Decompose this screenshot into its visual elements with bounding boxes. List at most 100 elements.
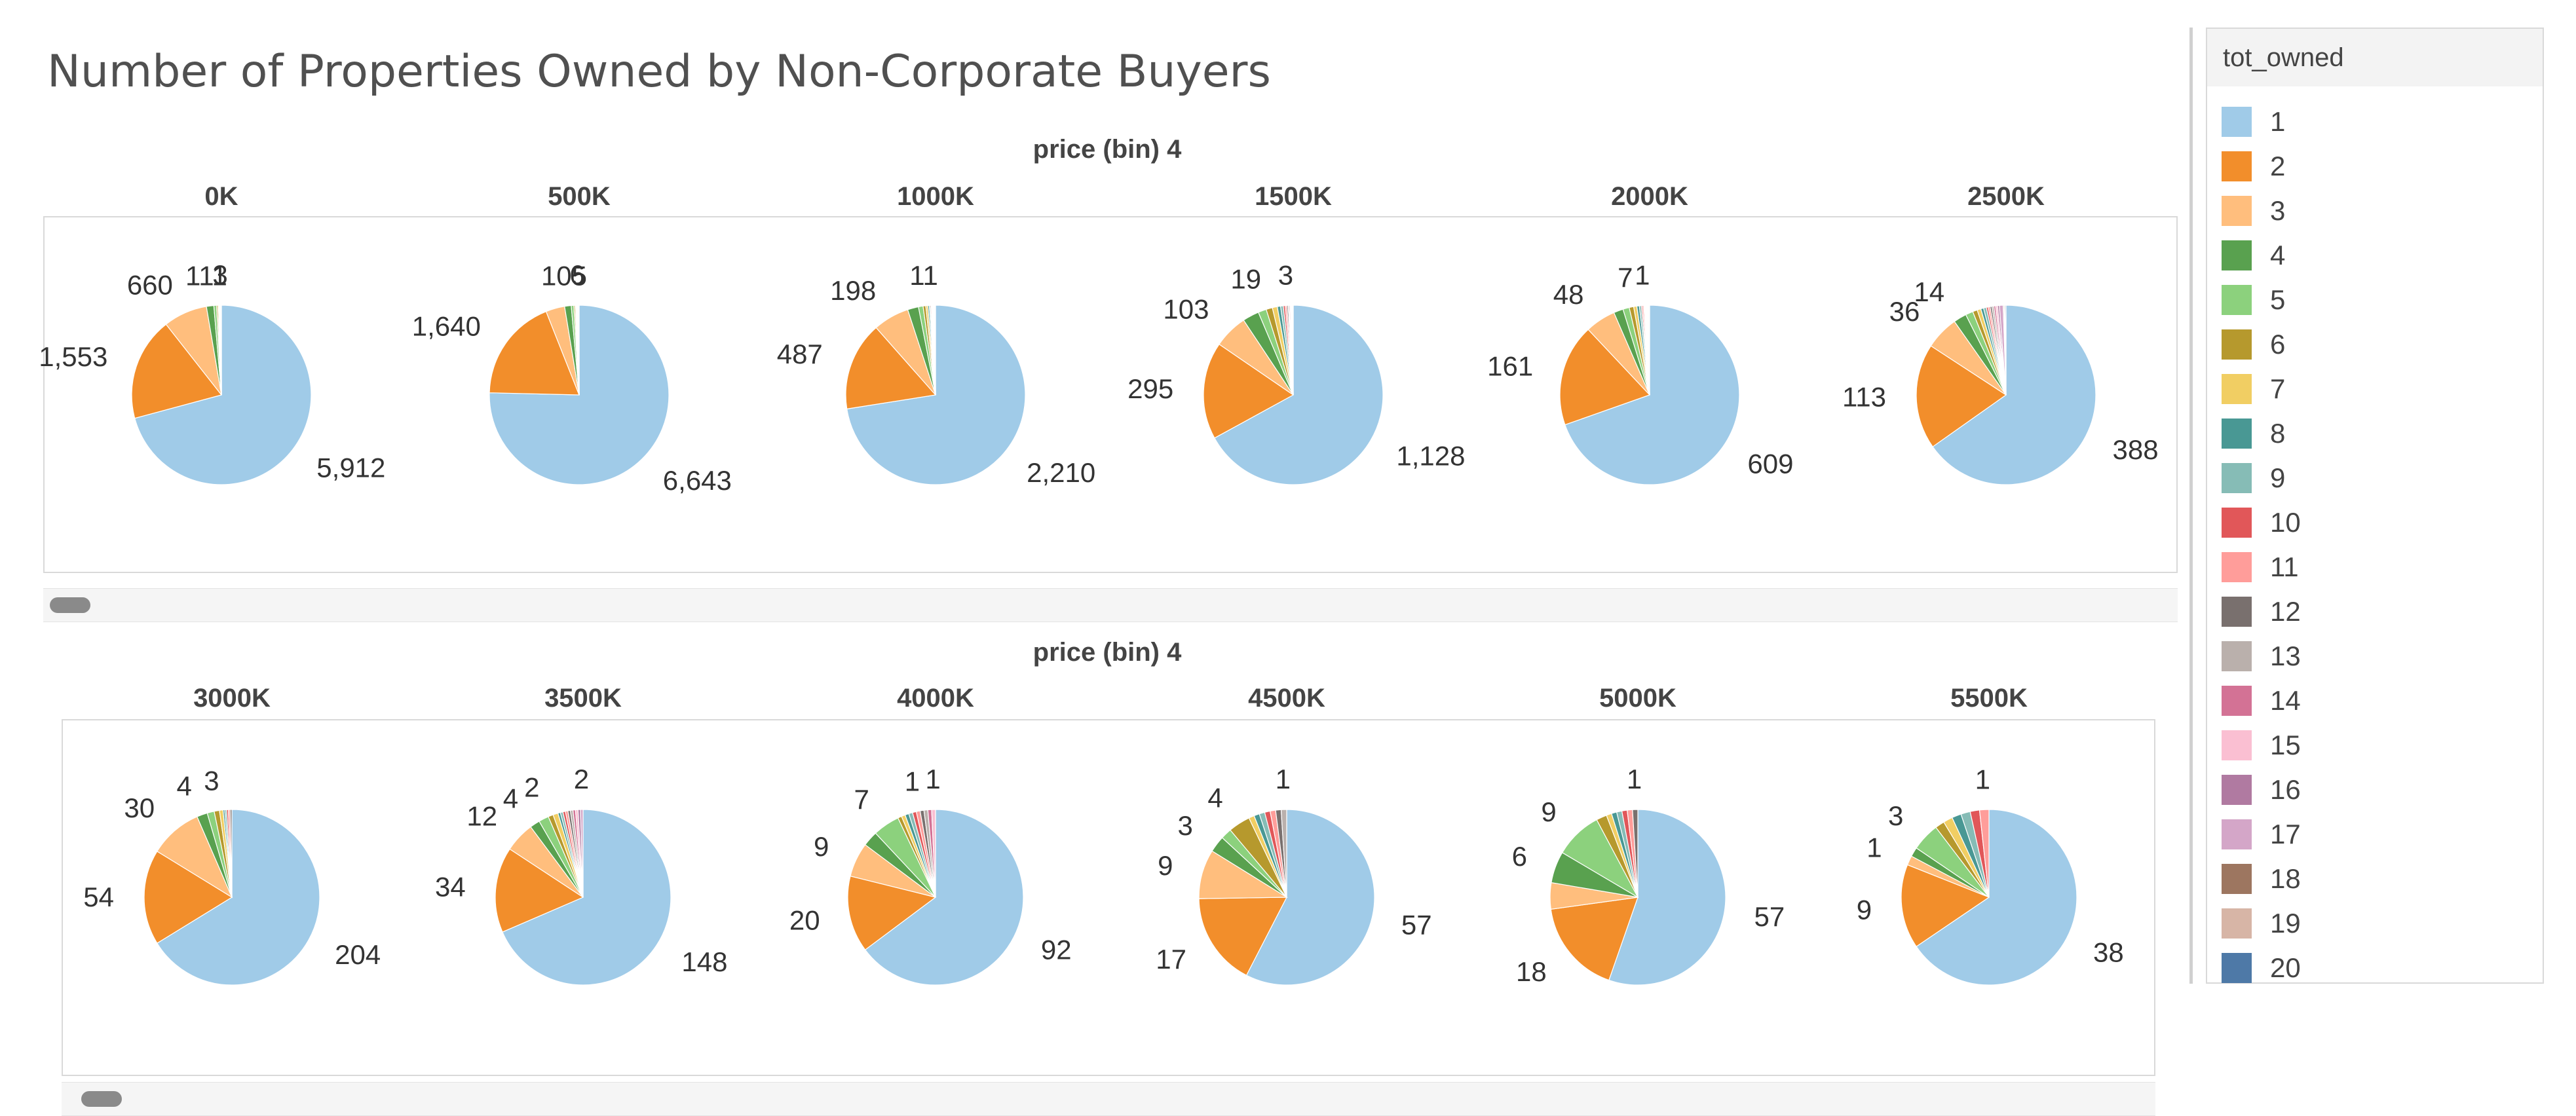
legend-swatch bbox=[2222, 463, 2252, 493]
data-label: 9 bbox=[1541, 796, 1556, 827]
data-label: 204 bbox=[335, 939, 381, 970]
pie-chart bbox=[1901, 809, 2077, 985]
data-label: 295 bbox=[1127, 373, 1173, 404]
legend-swatch bbox=[2222, 819, 2252, 849]
legend-item[interactable]: 1 bbox=[2222, 102, 2285, 141]
data-label: 103 bbox=[1163, 294, 1209, 325]
legend-swatch bbox=[2222, 775, 2252, 805]
data-label: 30 bbox=[124, 792, 155, 823]
data-label: 9 bbox=[1158, 850, 1173, 881]
data-label: 1 bbox=[1276, 764, 1291, 794]
data-label: 2 bbox=[524, 772, 539, 803]
data-label: 1,640 bbox=[412, 310, 481, 341]
legend-swatch bbox=[2222, 329, 2252, 360]
data-label: 1 bbox=[1635, 259, 1650, 290]
data-label: 3 bbox=[212, 259, 227, 290]
data-label: 6,643 bbox=[663, 465, 732, 496]
legend-label: 20 bbox=[2270, 952, 2301, 984]
legend-item[interactable]: 2 bbox=[2222, 147, 2285, 186]
data-label: 113 bbox=[1842, 381, 1886, 412]
legend-label: 14 bbox=[2270, 685, 2301, 716]
pie-chart bbox=[489, 305, 669, 485]
pie-chart bbox=[848, 809, 1023, 985]
legend-item[interactable]: 15 bbox=[2222, 726, 2301, 765]
data-label: 1 bbox=[905, 766, 920, 797]
legend-label: 10 bbox=[2270, 507, 2301, 538]
legend-label: 7 bbox=[2270, 373, 2285, 405]
data-label: 3 bbox=[1177, 810, 1192, 841]
pie-chart bbox=[1560, 305, 1739, 485]
legend-panel: tot_owned 123456789101112131415161718192… bbox=[2189, 28, 2543, 984]
data-label: 48 bbox=[1553, 279, 1584, 310]
data-label: 660 bbox=[127, 270, 173, 301]
data-label: 3 bbox=[204, 766, 219, 796]
legend-title: tot_owned bbox=[2207, 29, 2543, 86]
legend-label: 3 bbox=[2270, 195, 2285, 227]
legend-swatch bbox=[2222, 552, 2252, 582]
data-label: 148 bbox=[681, 946, 727, 977]
data-label: 92 bbox=[1041, 935, 1072, 965]
legend-swatch bbox=[2222, 196, 2252, 226]
data-label: 4 bbox=[1207, 783, 1222, 813]
legend-item[interactable]: 8 bbox=[2222, 414, 2285, 453]
legend-label: 16 bbox=[2270, 774, 2301, 806]
data-label: 57 bbox=[1401, 909, 1432, 940]
data-label: 609 bbox=[1747, 449, 1793, 479]
data-label: 1 bbox=[1866, 832, 1882, 863]
legend-label: 4 bbox=[2270, 240, 2285, 271]
data-label: 38 bbox=[2093, 937, 2124, 967]
legend-label: 9 bbox=[2270, 462, 2285, 494]
pie-chart bbox=[132, 305, 311, 485]
data-label: 4 bbox=[503, 783, 518, 814]
data-label: 54 bbox=[83, 882, 114, 912]
data-label: 11 bbox=[909, 260, 938, 291]
data-label: 1 bbox=[925, 764, 940, 794]
legend-item[interactable]: 9 bbox=[2222, 458, 2285, 498]
legend-label: 17 bbox=[2270, 819, 2301, 850]
data-label: 9 bbox=[814, 831, 829, 862]
legend-item[interactable]: 18 bbox=[2222, 859, 2301, 899]
legend-item[interactable]: 17 bbox=[2222, 815, 2301, 854]
legend-swatch bbox=[2222, 418, 2252, 449]
pie-chart bbox=[1916, 305, 2096, 485]
legend-item[interactable]: 6 bbox=[2222, 325, 2285, 364]
legend-item[interactable]: 10 bbox=[2222, 503, 2301, 542]
data-label: 7 bbox=[1618, 262, 1633, 293]
pie-chart bbox=[1199, 809, 1374, 985]
legend-item[interactable]: 4 bbox=[2222, 236, 2285, 275]
legend-item[interactable]: 16 bbox=[2222, 770, 2301, 809]
data-label: 14 bbox=[1914, 276, 1944, 307]
data-label: 6 bbox=[569, 259, 584, 290]
legend-item[interactable]: 11 bbox=[2222, 548, 2299, 587]
pie-chart bbox=[1550, 809, 1726, 985]
data-label: 1 bbox=[1627, 764, 1642, 794]
data-label: 388 bbox=[2113, 434, 2159, 465]
legend-swatch bbox=[2222, 240, 2252, 270]
legend-item[interactable]: 13 bbox=[2222, 637, 2301, 676]
legend-item[interactable]: 12 bbox=[2222, 592, 2301, 631]
data-label: 12 bbox=[466, 801, 497, 832]
legend-item[interactable]: 7 bbox=[2222, 369, 2285, 409]
data-label: 1,128 bbox=[1396, 440, 1465, 471]
data-label: 9 bbox=[1857, 895, 1872, 925]
legend-item[interactable]: 20 bbox=[2222, 948, 2301, 988]
legend-label: 2 bbox=[2270, 151, 2285, 182]
legend-item[interactable]: 5 bbox=[2222, 280, 2285, 320]
data-label: 2 bbox=[574, 764, 589, 794]
data-label: 3 bbox=[1888, 800, 1903, 831]
data-label: 198 bbox=[830, 275, 876, 306]
data-label: 161 bbox=[1487, 351, 1533, 382]
legend-swatch bbox=[2222, 285, 2252, 315]
legend-item[interactable]: 3 bbox=[2222, 191, 2285, 231]
legend-swatch bbox=[2222, 374, 2252, 404]
data-label: 6 bbox=[1512, 841, 1527, 872]
data-label: 1 bbox=[1975, 764, 1990, 794]
legend-item[interactable]: 14 bbox=[2222, 681, 2301, 720]
legend-label: 11 bbox=[2270, 551, 2299, 583]
legend-swatch bbox=[2222, 864, 2252, 894]
legend-swatch bbox=[2222, 597, 2252, 627]
data-label: 57 bbox=[1754, 901, 1785, 932]
legend-item[interactable]: 19 bbox=[2222, 904, 2301, 943]
legend-swatch bbox=[2222, 686, 2252, 716]
data-label: 3 bbox=[1278, 259, 1293, 290]
